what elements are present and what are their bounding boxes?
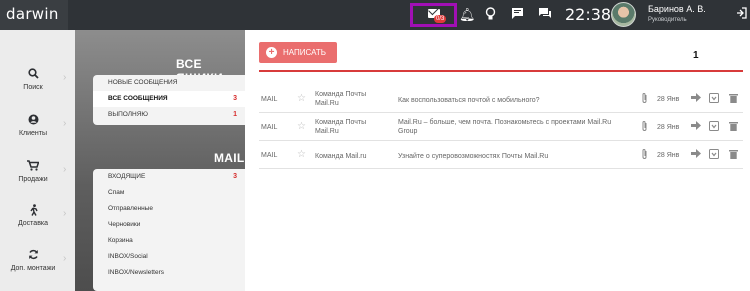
folder-label: ВХОДЯЩИЕ	[108, 173, 146, 180]
mail-sender: Команда Mail.ru	[315, 153, 367, 160]
attachment-icon	[641, 92, 648, 107]
nav-label: Поиск	[23, 84, 43, 91]
nav-label: Доп. монтажи	[10, 265, 56, 272]
folder-all-messages[interactable]: ВСЕ СООБЩЕНИЯ 3	[93, 91, 245, 107]
folder-inbox[interactable]: ВХОДЯЩИЕ 3	[93, 169, 245, 185]
folder-label: Корзина	[108, 237, 133, 244]
mail-subject[interactable]: Узнайте о суперовозможностях Почты Mail.…	[398, 152, 628, 161]
page-number[interactable]: 1	[693, 50, 699, 61]
forward-icon[interactable]	[691, 93, 701, 105]
folder-label: ВЫПОЛНЯЮ	[108, 111, 148, 118]
folder-label: INBOX/Newsletters	[108, 269, 164, 276]
folder-label: Отправленные	[108, 205, 153, 212]
chevron-right-icon: ›	[63, 164, 67, 175]
divider	[259, 70, 743, 72]
nav-item-delivery[interactable]: Доставка ›	[0, 204, 75, 244]
mail-subject[interactable]: Mail.Ru – больше, чем почта. Познакомьте…	[398, 118, 628, 136]
nav-label: Продажи	[18, 176, 48, 183]
attachment-icon	[641, 148, 648, 163]
trash-icon[interactable]	[729, 93, 738, 106]
nav-item-clients[interactable]: Клиенты ›	[0, 114, 75, 154]
app-logo[interactable]: darwin	[6, 5, 59, 23]
top-bar: darwin 0/3 🔔︎ 22:38 Баринов А. В. Руково…	[0, 0, 750, 30]
folder-spam[interactable]: Спам	[93, 185, 245, 201]
folder-count: 3	[233, 173, 237, 180]
compose-label: НАПИСАТЬ	[283, 48, 326, 57]
mail-sender: Команда Почты Mail.Ru	[315, 119, 367, 135]
folder-drafts[interactable]: Черновики	[93, 217, 245, 233]
mail-row[interactable]: MAIL ☆ Команда Почты Mail.Ru Как восполь…	[259, 86, 743, 113]
nav-label: Клиенты	[18, 130, 48, 137]
mail-date: 28 Янв	[657, 124, 680, 131]
download-icon[interactable]	[709, 121, 719, 134]
logout-icon[interactable]	[736, 7, 747, 22]
folder-trash[interactable]: Корзина	[93, 233, 245, 249]
folder-label: Черновики	[108, 221, 141, 228]
cart-icon	[26, 160, 40, 174]
mail-folders-list: ВХОДЯЩИЕ 3 Спам Отправленные Черновики К…	[93, 169, 245, 291]
side-nav: Поиск › Клиенты › Продажи › Доставка › Д…	[0, 30, 75, 291]
section-title-mail: MAIL	[214, 151, 245, 165]
folder-new-messages[interactable]: НОВЫЕ СООБЩЕНИЯ	[93, 75, 245, 91]
star-icon[interactable]: ☆	[297, 121, 306, 132]
mail-counter-badge: 0/3	[434, 15, 447, 23]
mail-notification-button[interactable]: 0/3	[410, 3, 457, 27]
user-role: Руководитель	[648, 17, 687, 23]
user-name[interactable]: Баринов А. В.	[648, 4, 706, 14]
folder-sent[interactable]: Отправленные	[93, 201, 245, 217]
nav-label: Доставка	[17, 220, 49, 227]
chevron-right-icon: ›	[63, 72, 67, 83]
avatar[interactable]	[611, 2, 636, 27]
lightbulb-icon[interactable]	[485, 7, 496, 25]
forward-icon[interactable]	[691, 121, 701, 133]
plus-icon: +	[266, 47, 277, 58]
attachment-icon	[641, 120, 648, 135]
nav-item-search[interactable]: Поиск ›	[0, 68, 75, 108]
mail-source-tag: MAIL	[261, 96, 278, 103]
mail-row[interactable]: MAIL ☆ Команда Почты Mail.Ru Mail.Ru – б…	[259, 114, 743, 141]
folder-label: НОВЫЕ СООБЩЕНИЯ	[108, 79, 178, 86]
refresh-icon	[26, 249, 40, 263]
folder-inbox-social[interactable]: INBOX/Social	[93, 249, 245, 265]
chevron-right-icon: ›	[63, 253, 67, 264]
runner-icon	[26, 204, 40, 219]
chevron-right-icon: ›	[63, 118, 67, 129]
search-icon	[26, 68, 40, 82]
folder-label: Спам	[108, 189, 125, 196]
mail-subject[interactable]: Как воспользоваться почтой с мобильного?	[398, 96, 628, 105]
messages-icon[interactable]	[538, 7, 552, 24]
mail-source-tag: MAIL	[261, 124, 278, 131]
mail-date: 28 Янв	[657, 152, 680, 159]
nav-item-sales[interactable]: Продажи ›	[0, 160, 75, 200]
folder-label: INBOX/Social	[108, 253, 148, 260]
folder-inbox-newsletters[interactable]: INBOX/Newsletters	[93, 265, 245, 281]
folder-label: ВСЕ СООБЩЕНИЯ	[108, 95, 168, 102]
star-icon[interactable]: ☆	[297, 149, 306, 160]
folder-in-progress[interactable]: ВЫПОЛНЯЮ 1	[93, 107, 245, 123]
folder-count: 1	[233, 111, 237, 118]
mail-date: 28 Янв	[657, 96, 680, 103]
nav-item-extra-installations[interactable]: Доп. монтажи ›	[0, 249, 75, 289]
bell-icon[interactable]: 🔔︎	[459, 7, 476, 23]
download-icon[interactable]	[709, 93, 719, 106]
folder-panel: ВСЕ ЯЩИКИ НОВЫЕ СООБЩЕНИЯ ВСЕ СООБЩЕНИЯ …	[75, 30, 245, 291]
trash-icon[interactable]	[729, 149, 738, 162]
star-icon[interactable]: ☆	[297, 93, 306, 104]
mail-row[interactable]: MAIL ☆ Команда Mail.ru Узнайте о суперов…	[259, 142, 743, 169]
compose-button[interactable]: + НАПИСАТЬ	[259, 42, 337, 63]
user-icon	[26, 114, 40, 128]
chevron-right-icon: ›	[63, 208, 67, 219]
all-boxes-list: НОВЫЕ СООБЩЕНИЯ ВСЕ СООБЩЕНИЯ 3 ВЫПОЛНЯЮ…	[93, 75, 245, 125]
forward-icon[interactable]	[691, 149, 701, 161]
mail-sender: Команда Почты Mail.Ru	[315, 91, 367, 107]
download-icon[interactable]	[709, 149, 719, 162]
mail-list-area: + НАПИСАТЬ 1 MAIL ☆ Команда Почты Mail.R…	[245, 30, 750, 291]
chat-icon[interactable]	[511, 7, 524, 24]
mail-source-tag: MAIL	[261, 152, 278, 159]
trash-icon[interactable]	[729, 121, 738, 134]
clock: 22:38	[565, 5, 612, 24]
folder-count: 3	[233, 95, 237, 102]
